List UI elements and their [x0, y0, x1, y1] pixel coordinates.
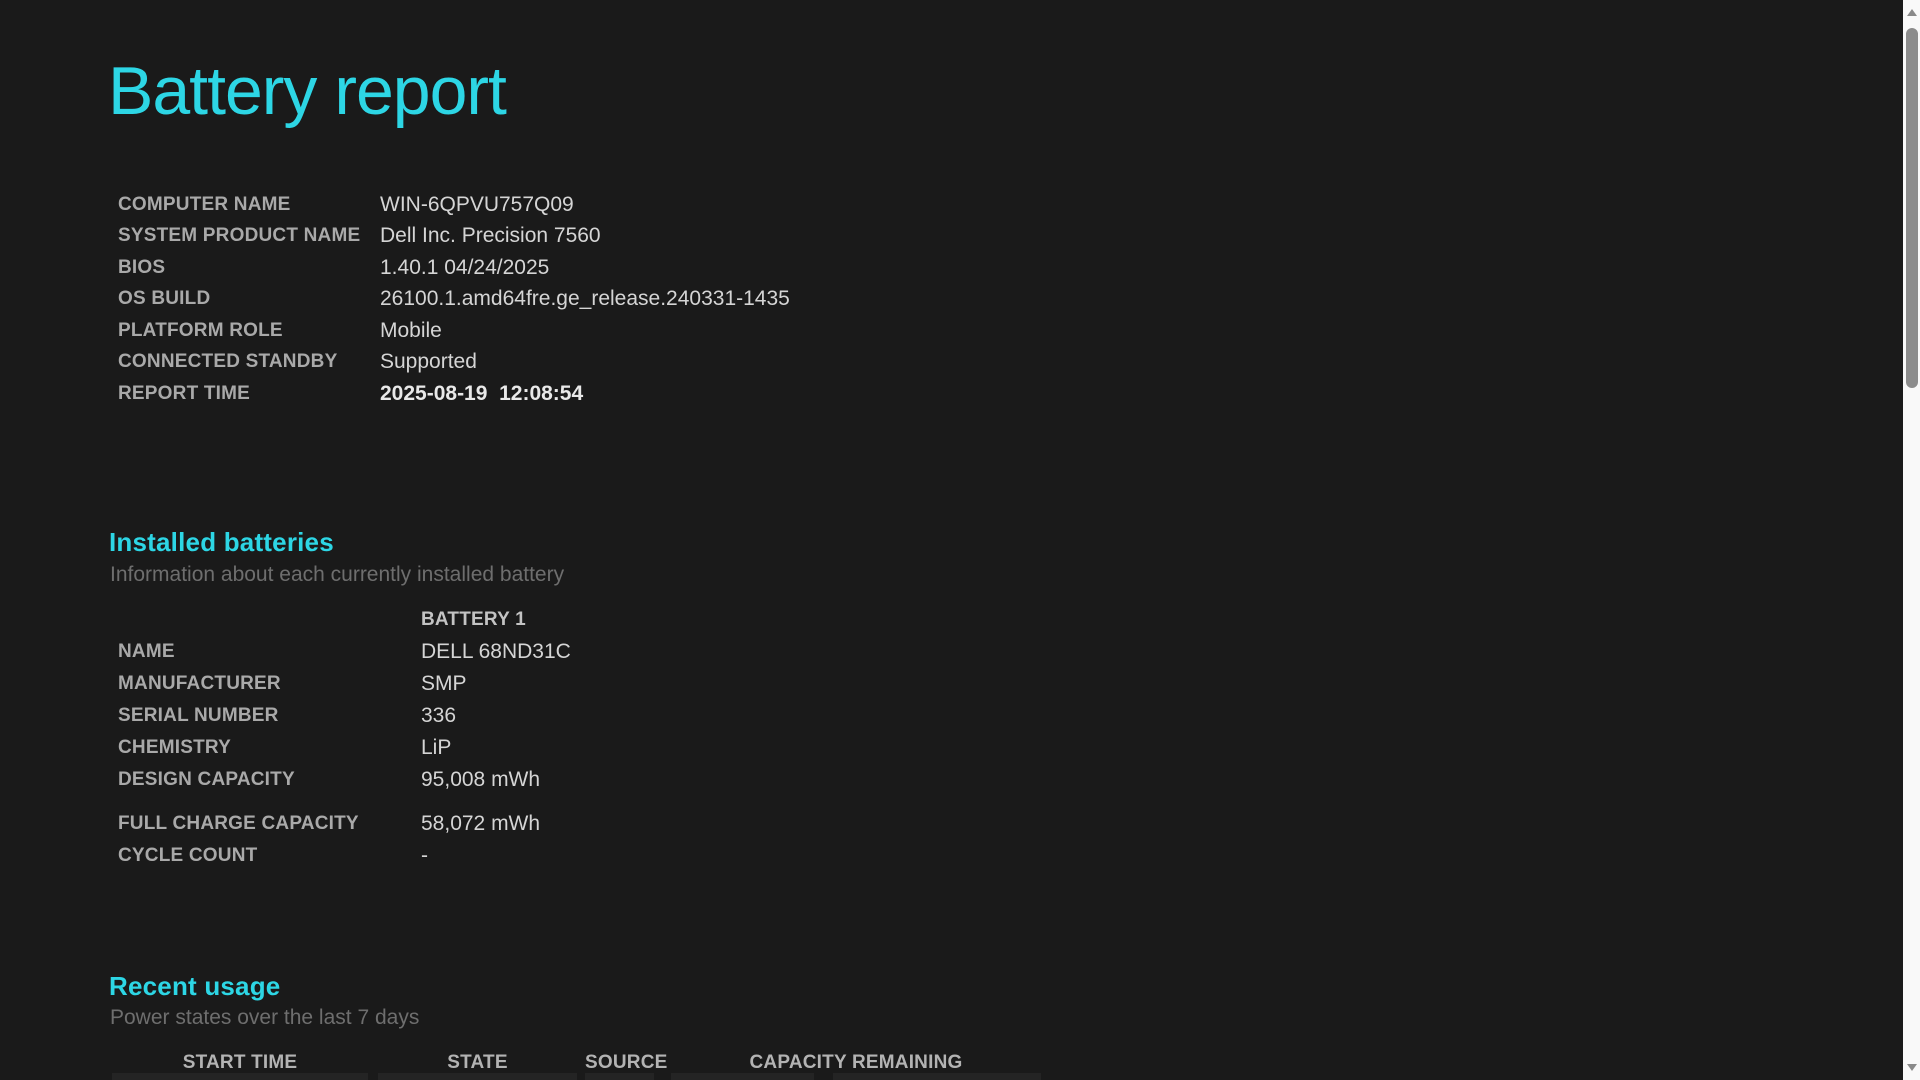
row-value: DELL 68ND31C	[421, 640, 571, 663]
row-value: WIN-6QPVU757Q09	[380, 192, 574, 216]
recent-usage-subtitle: Power states over the last 7 days	[110, 1006, 420, 1029]
row-value: 95,008 mWh	[421, 768, 541, 791]
row-label: MANUFACTURER	[118, 673, 281, 694]
battery-info-table: BATTERY 1 NAME DELL 68ND31C MANUFACTURER…	[118, 604, 571, 872]
scrollbar-thumb[interactable]	[1905, 28, 1918, 388]
row-value: LiP	[421, 736, 452, 759]
system-info-row: REPORT TIME 2025-08-19 12:08:54	[118, 378, 790, 410]
column-header-state: STATE	[447, 1052, 508, 1073]
battery-info-row: CHEMISTRY LiP	[118, 732, 571, 764]
system-info-row: BIOS 1.40.1 04/24/2025	[118, 252, 790, 284]
column-header-source: SOURCE	[585, 1052, 668, 1073]
scroll-down-icon	[1906, 1064, 1917, 1071]
battery-info-row: MANUFACTURER SMP	[118, 668, 571, 700]
installed-batteries-subtitle: Information about each currently install…	[110, 563, 565, 586]
column-header-capacity-remaining: CAPACITY REMAINING	[749, 1052, 963, 1073]
battery-info-row: FULL CHARGE CAPACITY 58,072 mWh	[118, 808, 571, 840]
battery-info-row: NAME DELL 68ND31C	[118, 636, 571, 668]
vertical-scrollbar[interactable]	[1903, 0, 1920, 1080]
battery-info-row: CYCLE COUNT -	[118, 840, 571, 872]
system-info-row: OS BUILD 26100.1.amd64fre.ge_release.240…	[118, 284, 790, 316]
row-value: 336	[421, 704, 457, 727]
row-value: 1.40.1 04/24/2025	[380, 255, 550, 279]
row-label: COMPUTER NAME	[118, 193, 291, 215]
scroll-down-button[interactable]	[1903, 1059, 1920, 1076]
recent-usage-heading: Recent usage	[109, 971, 281, 1001]
installed-batteries-heading: Installed batteries	[109, 527, 334, 557]
usage-table-cell	[378, 1073, 577, 1080]
row-label: CONNECTED STANDBY	[118, 351, 338, 373]
row-value: SMP	[421, 672, 467, 695]
system-info-row: CONNECTED STANDBY Supported	[118, 347, 790, 379]
battery-report-page: Battery report COMPUTER NAME WIN-6QPVU75…	[0, 0, 1920, 1080]
column-header-start-time: START TIME	[182, 1052, 298, 1073]
row-value: Mobile	[380, 318, 442, 342]
scroll-up-button[interactable]	[1903, 4, 1920, 21]
row-value: Dell Inc. Precision 7560	[380, 224, 601, 248]
row-label: BIOS	[118, 256, 166, 278]
battery-column-header-row: BATTERY 1	[118, 604, 571, 636]
row-label: FULL CHARGE CAPACITY	[118, 813, 359, 834]
row-label: CHEMISTRY	[118, 737, 231, 758]
row-label: DESIGN CAPACITY	[118, 769, 295, 790]
report-time-value: 2025-08-19 12:08:54	[380, 381, 584, 405]
system-info-table: COMPUTER NAME WIN-6QPVU757Q09 SYSTEM PRO…	[118, 189, 790, 410]
usage-table-cell	[112, 1073, 368, 1080]
battery-info-row: SERIAL NUMBER 336	[118, 700, 571, 732]
usage-table-cell	[671, 1073, 814, 1080]
row-value: 58,072 mWh	[421, 812, 541, 835]
usage-table-cell	[833, 1073, 1041, 1080]
row-label: PLATFORM ROLE	[118, 319, 283, 341]
row-label: OS BUILD	[118, 288, 211, 310]
page-title: Battery report	[108, 53, 507, 129]
system-info-row: COMPUTER NAME WIN-6QPVU757Q09	[118, 189, 790, 221]
row-label: SERIAL NUMBER	[118, 705, 279, 726]
row-value: Supported	[380, 350, 477, 374]
row-label: CYCLE COUNT	[118, 845, 258, 866]
row-group-gap	[118, 796, 571, 808]
row-label: SYSTEM PRODUCT NAME	[118, 225, 361, 247]
battery-column-header: BATTERY 1	[421, 609, 526, 630]
battery-info-row: DESIGN CAPACITY 95,008 mWh	[118, 764, 571, 796]
usage-table-cell	[585, 1073, 654, 1080]
system-info-row: PLATFORM ROLE Mobile	[118, 315, 790, 347]
row-value: -	[421, 844, 428, 867]
row-label: REPORT TIME	[118, 382, 251, 404]
row-value: 26100.1.amd64fre.ge_release.240331-1435	[380, 287, 790, 311]
scroll-up-icon	[1906, 9, 1917, 16]
row-label: NAME	[118, 641, 175, 662]
system-info-row: SYSTEM PRODUCT NAME Dell Inc. Precision …	[118, 221, 790, 253]
